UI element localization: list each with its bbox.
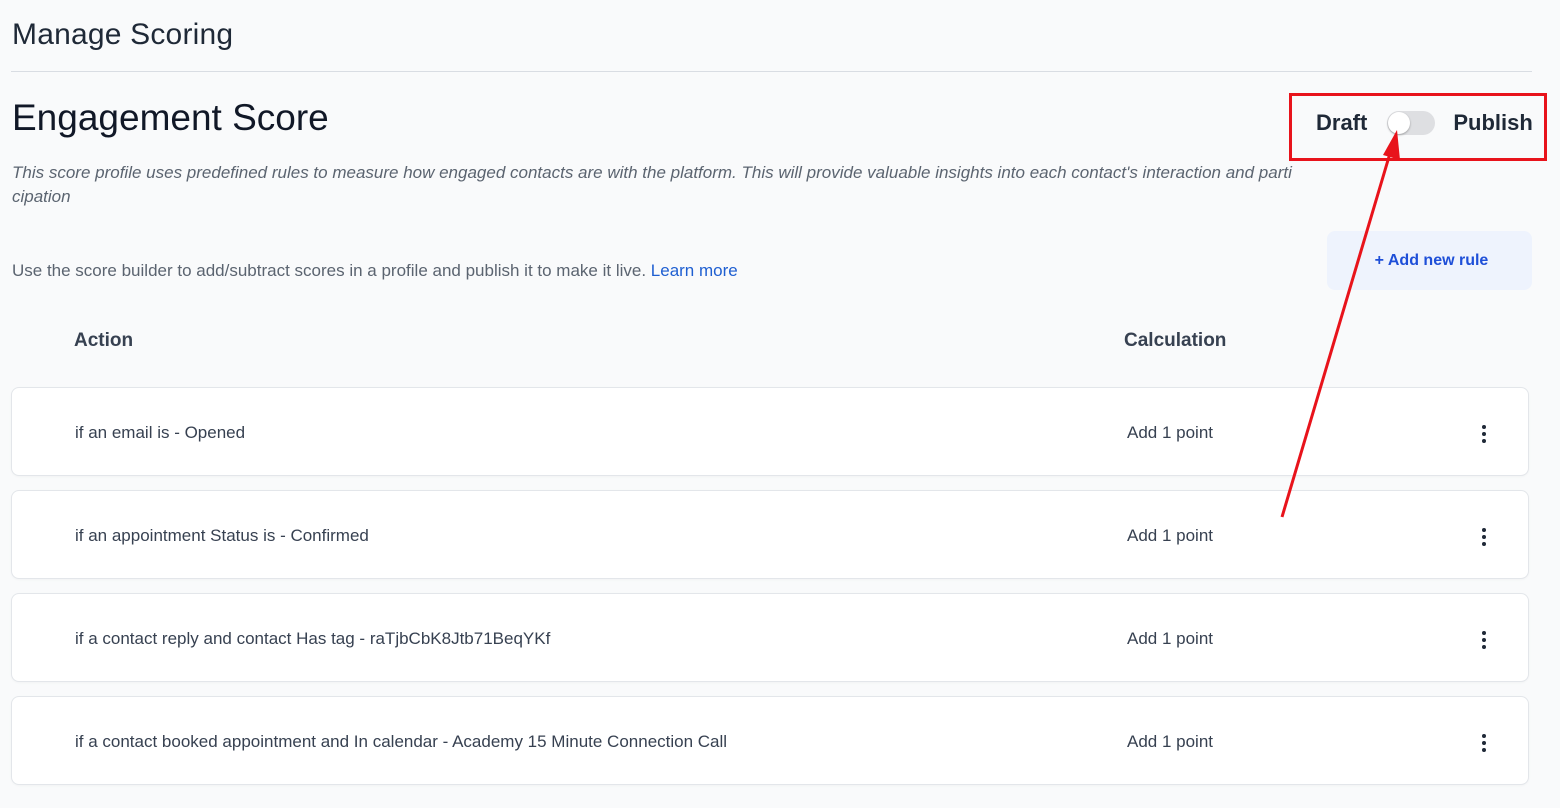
header-divider: [11, 71, 1532, 72]
rule-row: if a contact reply and contact Has tag -…: [11, 593, 1529, 682]
help-text-body: Use the score builder to add/subtract sc…: [12, 261, 647, 280]
toggle-knob: [1388, 112, 1411, 134]
profile-description: This score profile uses predefined rules…: [12, 163, 1292, 206]
rule-calculation: Add 1 point: [1127, 423, 1214, 442]
rule-action: if a contact booked appointment and In c…: [75, 732, 728, 751]
rule-calculation: Add 1 point: [1127, 732, 1214, 751]
draft-publish-toggle-group: Draft Publish: [1316, 104, 1533, 142]
draft-label: Draft: [1316, 110, 1368, 135]
page-title: Manage Scoring: [12, 18, 234, 51]
rule-calculation: Add 1 point: [1127, 526, 1214, 545]
column-header-calculation: Calculation: [1124, 330, 1227, 351]
rule-row: if an appointment Status is - Confirmed …: [11, 490, 1529, 579]
rule-row: if a contact booked appointment and In c…: [11, 696, 1529, 785]
more-vertical-icon[interactable]: [1474, 525, 1494, 549]
rule-action: if an email is - Opened: [75, 423, 246, 442]
more-vertical-icon[interactable]: [1474, 422, 1494, 446]
more-vertical-icon[interactable]: [1474, 731, 1494, 755]
more-vertical-icon[interactable]: [1474, 628, 1494, 652]
rule-calculation: Add 1 point: [1127, 629, 1214, 648]
publish-toggle[interactable]: [1387, 111, 1436, 135]
rule-action: if an appointment Status is - Confirmed: [75, 526, 369, 545]
add-new-rule-button[interactable]: + Add new rule: [1327, 231, 1532, 290]
manage-scoring-page: Manage Scoring Engagement Score Draft Pu…: [0, 0, 1560, 808]
score-profile-title: Engagement Score: [12, 97, 329, 138]
column-header-action: Action: [74, 330, 134, 351]
score-builder-help-text: Use the score builder to add/subtract sc…: [12, 261, 738, 281]
learn-more-link[interactable]: Learn more: [651, 261, 738, 280]
rule-row: if an email is - Opened Add 1 point: [11, 387, 1529, 476]
publish-label: Publish: [1453, 110, 1533, 135]
rule-action: if a contact reply and contact Has tag -…: [75, 629, 551, 648]
